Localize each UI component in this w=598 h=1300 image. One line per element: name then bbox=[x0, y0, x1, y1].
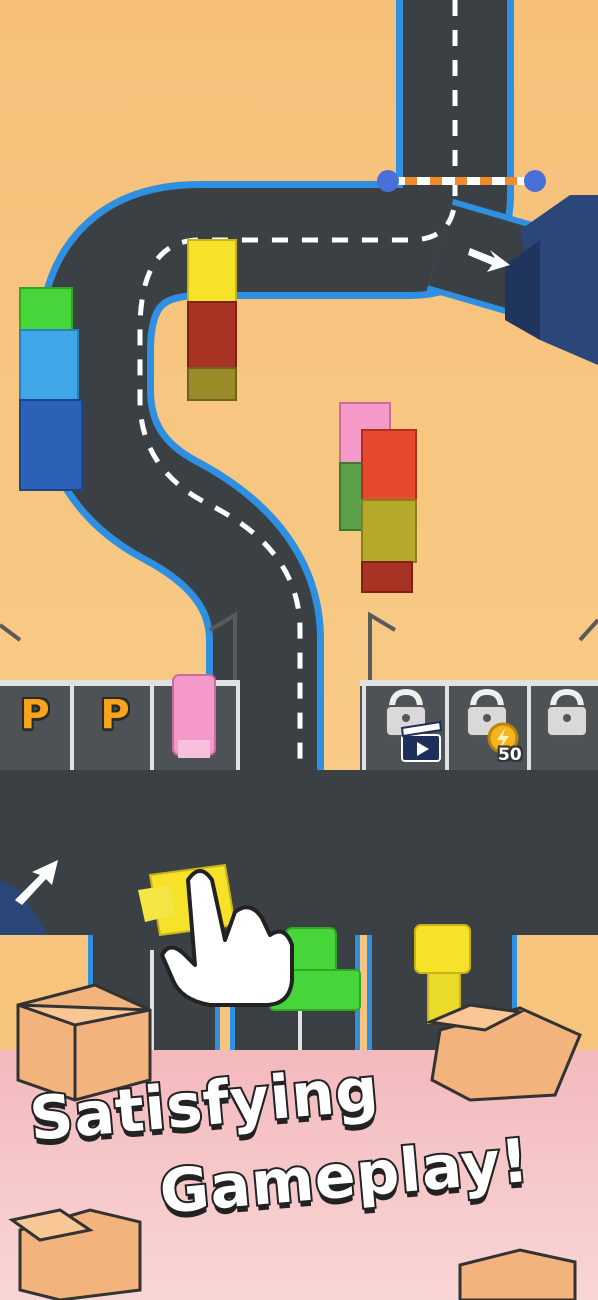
parking-slot-label: P bbox=[20, 692, 50, 738]
truck-pink bbox=[172, 674, 216, 758]
coin-cost-label: 50 bbox=[498, 745, 522, 765]
parking-slot-label: P bbox=[100, 692, 130, 738]
container-stack-yellow bbox=[187, 239, 237, 401]
clapperboard-icon[interactable] bbox=[400, 720, 443, 762]
container-stack-blue bbox=[19, 287, 83, 491]
main-street bbox=[0, 770, 598, 935]
box-icon bbox=[8, 1208, 142, 1300]
